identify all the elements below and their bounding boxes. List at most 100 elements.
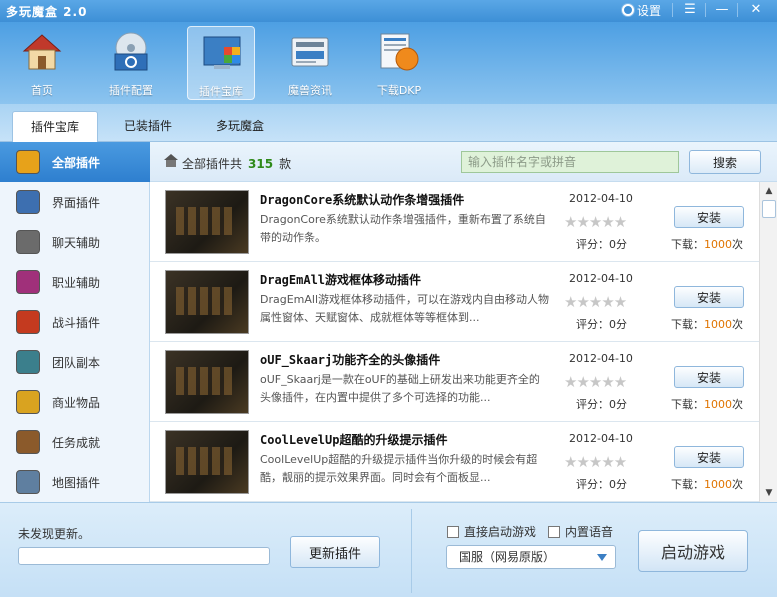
search-button[interactable]: 搜索 [689,150,761,174]
list-item: CoolLevelUp超酷的升级提示插件 CoolLevelUp超酷的升级提示插… [150,422,759,502]
plugin-name[interactable]: oUF_Skaarj功能齐全的头像插件 [260,351,440,368]
chevron-up-icon[interactable]: ▲ [762,184,776,198]
tab-plugin-library[interactable]: 插件宝库 [12,111,98,142]
plugin-date: 2012-04-10 [569,352,633,365]
sidebar-item-combat[interactable]: 战斗插件 [0,302,150,342]
title-divider [705,3,706,17]
tab-duowan-mohe[interactable]: 多玩魔盒 [200,111,280,142]
start-game-button[interactable]: 启动游戏 [638,530,748,572]
quest-achievement-icon [16,430,40,454]
list-item: DragonCore系统默认动作条增强插件 DragonCore系统默认动作条增… [150,182,759,262]
sidebar-item-ui[interactable]: 界面插件 [0,182,150,222]
nav-plugin-library[interactable]: 插件宝库 [187,26,255,100]
window-title: 多玩魔盒 2.0 [6,5,88,19]
sidebar-item-label: 职业辅助 [52,275,101,290]
map-plugins-icon [16,470,40,494]
bottom-panel: 未发现更新。 更新插件 直接启动游戏 内置语音 国服（网易原版） 启动游戏 [0,502,777,597]
settings-button[interactable]: 设置 [622,2,661,18]
nav-label: 魔兽资讯 [288,84,332,97]
server-select[interactable]: 国服（网易原版） [446,545,616,569]
chevron-down-icon[interactable] [597,554,607,561]
plugin-name[interactable]: CoolLevelUp超酷的升级提示插件 [260,431,447,448]
chat-helper-icon [16,230,40,254]
settings-label: 设置 [637,3,662,18]
sidebar-item-raid[interactable]: 团队副本 [0,342,150,382]
rating-stars[interactable]: ★★★★★ [564,453,627,471]
downloads-label: 下载： [671,318,704,331]
nav-plugin-config[interactable]: 插件配置 [97,26,165,100]
ui-plugins-icon [16,190,40,214]
downloads-value: 1000 [704,478,732,491]
title-bar: 多玩魔盒 2.0 设置 ☰ — ✕ [0,0,777,22]
server-selected-value: 国服（网易原版） [459,550,556,564]
count-prefix: 全部插件共 [182,157,243,171]
sidebar-item-label: 地图插件 [52,475,101,490]
checkbox-box[interactable] [548,525,560,538]
nav-wow-news[interactable]: 魔兽资讯 [276,26,344,100]
sidebar-item-label: 全部插件 [52,155,101,170]
category-sidebar: 全部插件 界面插件 聊天辅助 职业辅助 战斗插件 团队副本 商业物品 任务成就 … [0,142,150,502]
nav-label: 下载DKP [376,84,422,97]
rating-stars[interactable]: ★★★★★ [564,373,627,391]
minimize-button[interactable]: — [709,1,735,19]
nav-home[interactable]: 首页 [8,26,76,100]
downloads-label: 下载： [671,398,704,411]
sidebar-item-label: 聊天辅助 [52,235,101,250]
direct-start-checkbox[interactable]: 直接启动游戏 [447,523,536,540]
plugin-score: 评分：0分 [576,236,627,252]
rating-stars[interactable]: ★★★★★ [564,213,627,231]
plugin-thumbnail[interactable] [165,270,249,334]
install-button[interactable]: 安装 [674,366,744,388]
sidebar-item-label: 战斗插件 [52,315,101,330]
downloads-unit: 次 [732,478,743,491]
download-count: 下载：1000次 [671,396,743,412]
checkbox-label: 内置语音 [565,525,614,539]
list-scrollbar[interactable]: ▲ ▼ [759,182,777,502]
plugin-count-text: 全部插件共 315 款 [182,155,291,172]
update-plugins-button[interactable]: 更新插件 [290,536,380,568]
builtin-voice-checkbox[interactable]: 内置语音 [548,523,613,540]
chevron-down-icon[interactable]: ▼ [762,486,776,500]
gear-icon [622,4,634,16]
score-value: 0分 [609,318,627,331]
scroll-thumb[interactable] [762,200,776,218]
plugin-description: oUF_Skaarj是一款在oUF的基础上研发出来功能更齐全的头像插件，在内置中… [260,373,540,404]
score-label: 评分： [576,318,609,331]
plugin-thumbnail[interactable] [165,430,249,494]
menu-button[interactable]: ☰ [677,1,703,19]
downloads-label: 下载： [671,238,704,251]
combat-plugins-icon [16,310,40,334]
sidebar-item-all[interactable]: 全部插件 [0,142,150,182]
news-icon [291,37,329,67]
install-button[interactable]: 安装 [674,206,744,228]
plugin-grid-icon [203,36,241,69]
plugin-count: 315 [248,157,274,171]
plugin-thumbnail[interactable] [165,350,249,414]
downloads-value: 1000 [704,238,732,251]
checkbox-box[interactable] [447,525,459,538]
list-header: 全部插件共 315 款 搜索 [150,142,777,182]
install-button[interactable]: 安装 [674,286,744,308]
trade-items-icon [16,390,40,414]
plugin-name[interactable]: DragEmAll游戏框体移动插件 [260,271,421,288]
title-divider [672,3,673,17]
install-button[interactable]: 安装 [674,446,744,468]
rating-stars[interactable]: ★★★★★ [564,293,627,311]
score-value: 0分 [609,398,627,411]
score-value: 0分 [609,238,627,251]
sidebar-item-class[interactable]: 职业辅助 [0,262,150,302]
tab-installed-plugins[interactable]: 已装插件 [108,111,188,142]
downloads-value: 1000 [704,318,732,331]
plugin-description: DragonCore系统默认动作条增强插件，重新布置了系统自带的动作条。 [260,213,546,244]
close-button[interactable]: ✕ [743,1,769,19]
sidebar-item-map[interactable]: 地图插件 [0,462,150,502]
search-input[interactable] [461,151,679,173]
nav-download-dkp[interactable]: 下载DKP [365,26,433,100]
sidebar-item-quest[interactable]: 任务成就 [0,422,150,462]
plugin-name[interactable]: DragonCore系统默认动作条增强插件 [260,191,464,208]
downloads-unit: 次 [732,398,743,411]
plugin-thumbnail[interactable] [165,190,249,254]
sidebar-item-chat[interactable]: 聊天辅助 [0,222,150,262]
sidebar-item-trade[interactable]: 商业物品 [0,382,150,422]
download-count: 下载：1000次 [671,236,743,252]
